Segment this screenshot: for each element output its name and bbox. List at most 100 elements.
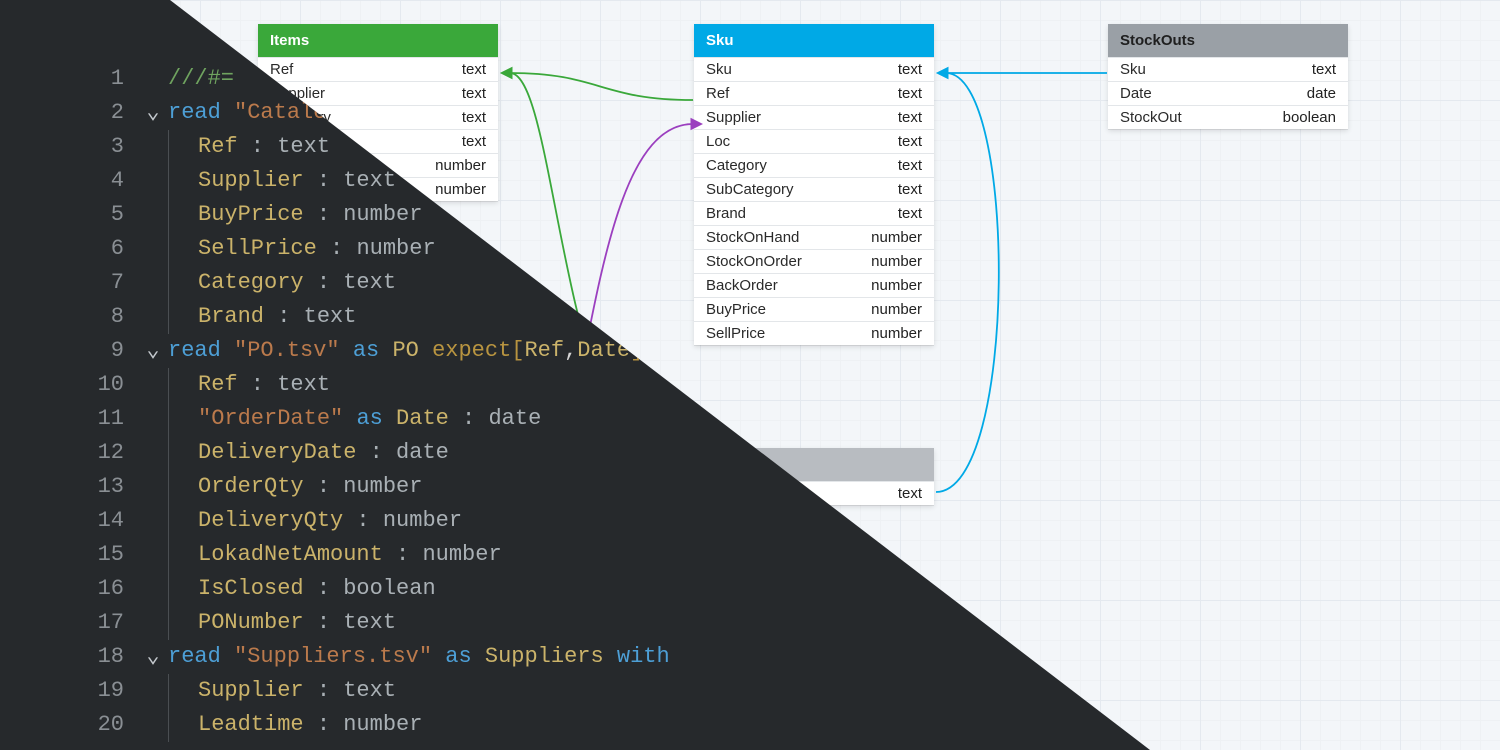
- indent-guide: [168, 606, 198, 640]
- token-alias: PO: [392, 338, 418, 363]
- token-field: DeliveryQty: [198, 508, 343, 533]
- token-type: number: [422, 542, 501, 567]
- token-type: number: [343, 202, 422, 227]
- token-type: date: [396, 440, 449, 465]
- token-colon: :: [238, 134, 278, 159]
- token-string: "PO.tsv": [234, 338, 340, 363]
- line-number: 20: [0, 708, 138, 742]
- token-bracket: [: [511, 338, 524, 363]
- field-type: text: [898, 485, 922, 502]
- token-type: text: [343, 168, 396, 193]
- table-row[interactable]: Loctext: [694, 129, 934, 153]
- token-keyword: with: [617, 644, 670, 669]
- field-name: Date: [1120, 85, 1152, 102]
- field-type: number: [871, 325, 922, 342]
- field-type: text: [898, 205, 922, 222]
- table-items-header[interactable]: Items: [258, 24, 498, 57]
- field-type: text: [462, 85, 486, 102]
- line-number: 16: [0, 572, 138, 606]
- table-sku[interactable]: Sku Skutext Reftext Suppliertext Loctext…: [694, 24, 934, 345]
- token-type: number: [343, 474, 422, 499]
- field-type: text: [898, 61, 922, 78]
- line-number: 19: [0, 674, 138, 708]
- field-name: Ref: [706, 85, 729, 102]
- table-row[interactable]: Reftext: [258, 57, 498, 81]
- field-type: text: [462, 109, 486, 126]
- token-type: text: [343, 270, 396, 295]
- table-row[interactable]: Skutext: [1108, 57, 1348, 81]
- line-number: 11: [0, 402, 138, 436]
- token-type: text: [343, 678, 396, 703]
- token-string: "Suppliers.tsv": [234, 644, 432, 669]
- token-field: Brand: [198, 304, 264, 329]
- field-type: number: [435, 157, 486, 174]
- indent-guide: [168, 470, 198, 504]
- token-keyword: expect: [432, 338, 511, 363]
- table-row[interactable]: Suppliertext: [694, 105, 934, 129]
- table-row[interactable]: SubCategory text: [694, 177, 934, 201]
- table-row[interactable]: BackOrder number: [694, 273, 934, 297]
- field-type: text: [462, 133, 486, 150]
- field-name: SellPrice: [706, 325, 765, 342]
- field-type: text: [898, 181, 922, 198]
- field-name: Brand: [706, 205, 746, 222]
- field-name: SubCategory: [706, 181, 794, 198]
- fold-chevron-icon[interactable]: ⌄: [138, 640, 168, 674]
- field-name: StockOnHand: [706, 229, 799, 246]
- token-field: OrderQty: [198, 474, 304, 499]
- line-number: 12: [0, 436, 138, 470]
- table-row[interactable]: StockOnHand number: [694, 225, 934, 249]
- indent-guide: [168, 402, 198, 436]
- table-row[interactable]: Brand text: [694, 201, 934, 225]
- token-type: text: [343, 610, 396, 635]
- indent-guide: [168, 368, 198, 402]
- indent-guide: [168, 232, 198, 266]
- table-stockouts-header[interactable]: StockOuts: [1108, 24, 1348, 57]
- line-number: 3: [0, 130, 138, 164]
- table-row[interactable]: StockOutboolean: [1108, 105, 1348, 129]
- token-alias: Suppliers: [485, 644, 604, 669]
- line-number: 10: [0, 368, 138, 402]
- field-type: boolean: [1283, 109, 1336, 126]
- line-number: 8: [0, 300, 138, 334]
- indent-guide: [168, 708, 198, 742]
- token-field: Ref: [198, 372, 238, 397]
- table-stockouts[interactable]: StockOuts Skutext Datedate StockOutboole…: [1108, 24, 1348, 129]
- token-field: LokadNetAmount: [198, 542, 383, 567]
- line-number: 2: [0, 96, 138, 130]
- line-number: 17: [0, 606, 138, 640]
- table-row[interactable]: Reftext: [694, 81, 934, 105]
- field-type: number: [871, 277, 922, 294]
- line-number: 15: [0, 538, 138, 572]
- table-row[interactable]: Datedate: [1108, 81, 1348, 105]
- field-type: text: [898, 157, 922, 174]
- indent-guide: [168, 572, 198, 606]
- field-name: Loc: [706, 133, 730, 150]
- token-keyword: read: [168, 100, 221, 125]
- token-field: PONumber: [198, 610, 304, 635]
- line-number: 5: [0, 198, 138, 232]
- field-type: number: [871, 229, 922, 246]
- line-number: 4: [0, 164, 138, 198]
- fold-chevron-icon[interactable]: ⌄: [138, 96, 168, 130]
- table-row[interactable]: BuyPricenumber: [694, 297, 934, 321]
- table-sku-header[interactable]: Sku: [694, 24, 934, 57]
- field-type: number: [871, 253, 922, 270]
- token-field: IsClosed: [198, 576, 304, 601]
- field-name: Ref: [270, 61, 293, 78]
- table-row[interactable]: Categorytext: [694, 153, 934, 177]
- line-number: 13: [0, 470, 138, 504]
- table-row[interactable]: StockOnOrdernumber: [694, 249, 934, 273]
- indent-guide: [168, 300, 198, 334]
- field-name: Sku: [1120, 61, 1146, 78]
- table-row[interactable]: Skutext: [694, 57, 934, 81]
- token-keyword: as: [356, 406, 382, 431]
- token-type: text: [304, 304, 357, 329]
- token-keyword: read: [168, 338, 221, 363]
- fold-chevron-icon[interactable]: ⌄: [138, 334, 168, 368]
- field-name: BackOrder: [706, 277, 778, 294]
- indent-guide: [168, 198, 198, 232]
- token-string: "OrderDate": [198, 406, 343, 431]
- indent-guide: [168, 130, 198, 164]
- table-row[interactable]: SellPrice number: [694, 321, 934, 345]
